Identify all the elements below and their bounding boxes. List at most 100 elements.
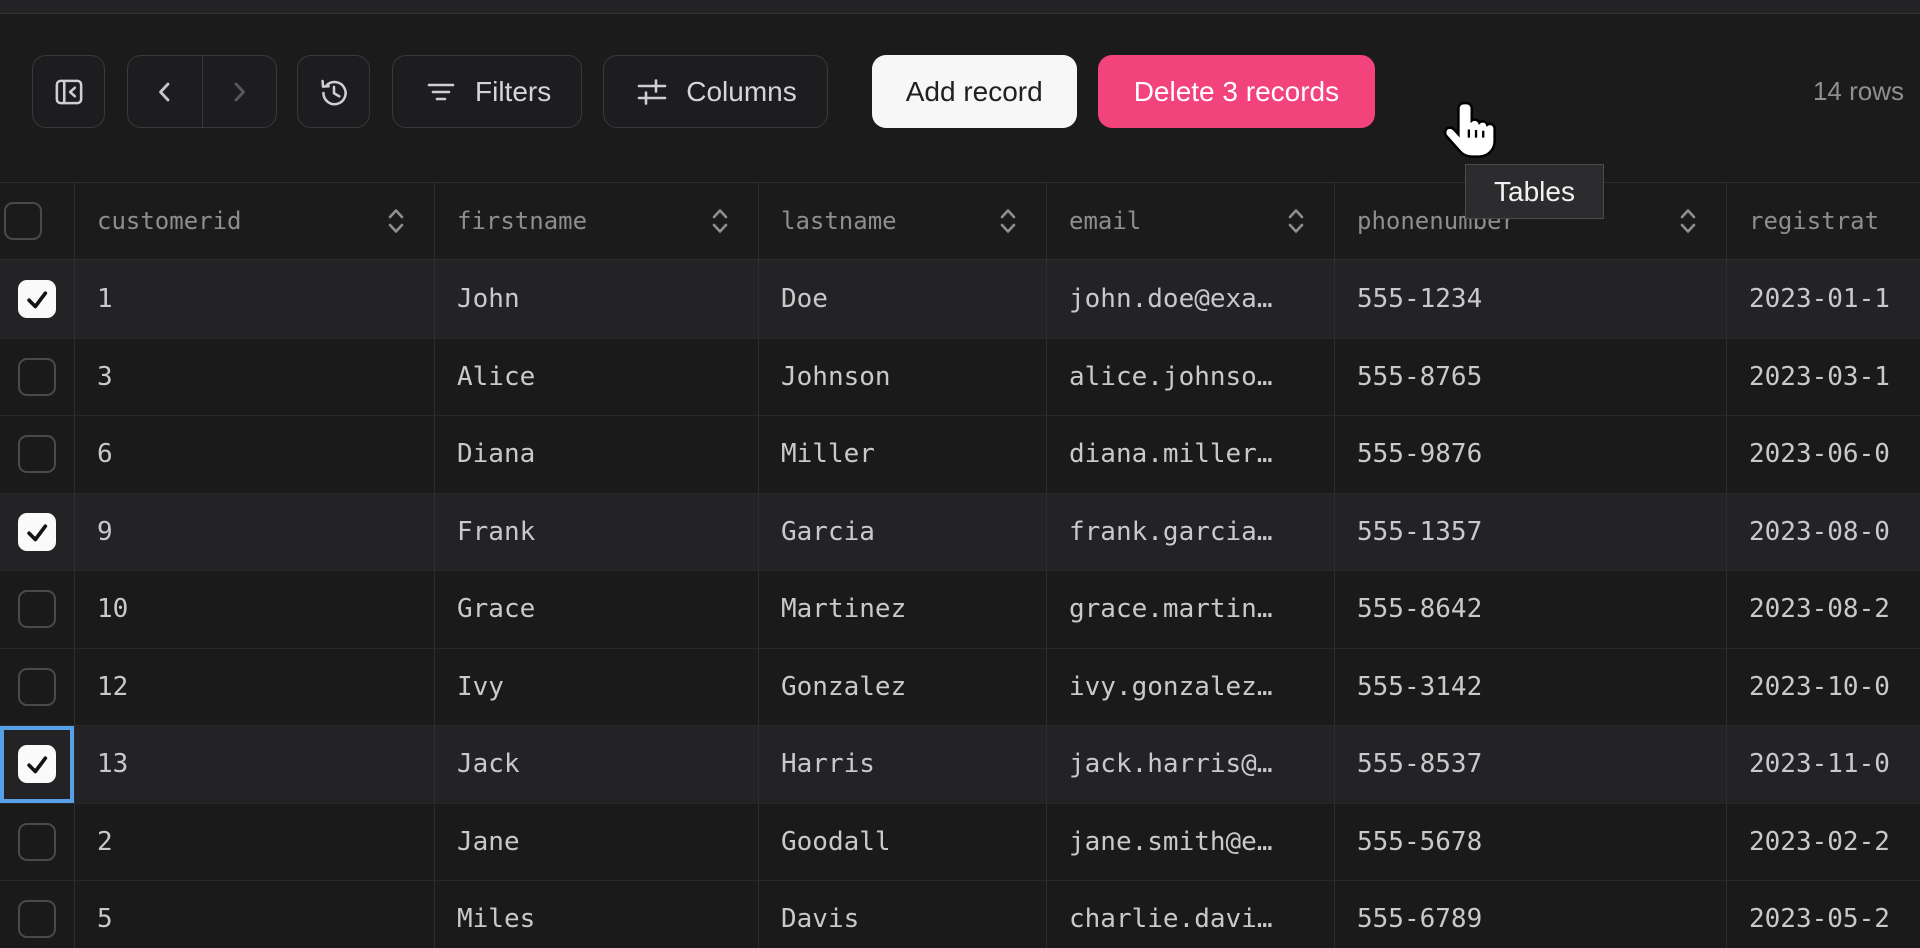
cell-lastname[interactable]: Martinez (759, 571, 1047, 648)
sort-icon (998, 206, 1018, 236)
row-select-cell (0, 260, 75, 338)
cell-email[interactable]: grace.martin… (1047, 571, 1335, 648)
cell-firstname[interactable]: Ivy (435, 649, 759, 726)
cell-customerid[interactable]: 6 (75, 416, 435, 493)
cell-customerid[interactable]: 3 (75, 339, 435, 416)
history-button[interactable] (297, 55, 370, 128)
cell-email[interactable]: jane.smith@e… (1047, 804, 1335, 881)
table-row: 3AliceJohnsonalice.johnso…555-87652023-0… (0, 338, 1920, 416)
cell-firstname[interactable]: Frank (435, 494, 759, 571)
cell-firstname[interactable]: Alice (435, 339, 759, 416)
panel-left-close-icon (50, 73, 88, 111)
cell-firstname[interactable]: Grace (435, 571, 759, 648)
column-header-customerid[interactable]: customerid (75, 183, 435, 259)
cell-email[interactable]: diana.miller… (1047, 416, 1335, 493)
column-header-label: firstname (457, 207, 587, 235)
cell-customerid[interactable]: 2 (75, 804, 435, 881)
cell-customerid[interactable]: 1 (75, 260, 435, 338)
row-checkbox[interactable] (18, 668, 56, 706)
column-header-lastname[interactable]: lastname (759, 183, 1047, 259)
cell-email[interactable]: frank.garcia… (1047, 494, 1335, 571)
top-divider (0, 0, 1920, 14)
row-select-cell (0, 494, 75, 571)
cell-email[interactable]: charlie.davi… (1047, 881, 1335, 948)
forward-button[interactable] (203, 56, 277, 127)
cell-phonenumber[interactable]: 555-9876 (1335, 416, 1727, 493)
cell-phonenumber[interactable]: 555-8537 (1335, 726, 1727, 803)
cell-email[interactable]: alice.johnso… (1047, 339, 1335, 416)
column-header-label: lastname (781, 207, 897, 235)
cell-registrationdate[interactable]: 2023-10-0 (1727, 649, 1920, 726)
cell-registrationdate[interactable]: 2023-03-1 (1727, 339, 1920, 416)
chevron-left-icon (150, 77, 180, 107)
sort-icon (710, 206, 730, 236)
cell-customerid[interactable]: 5 (75, 881, 435, 948)
row-select-cell (0, 726, 75, 803)
cell-firstname[interactable]: Jane (435, 804, 759, 881)
row-checkbox[interactable] (18, 900, 56, 938)
cell-phonenumber[interactable]: 555-5678 (1335, 804, 1727, 881)
cell-firstname[interactable]: Diana (435, 416, 759, 493)
row-checkbox[interactable] (18, 823, 56, 861)
row-select-cell (0, 649, 75, 726)
add-record-button[interactable]: Add record (872, 55, 1077, 128)
cell-registrationdate[interactable]: 2023-02-2 (1727, 804, 1920, 881)
cell-lastname[interactable]: Doe (759, 260, 1047, 338)
cell-firstname[interactable]: John (435, 260, 759, 338)
cell-lastname[interactable]: Harris (759, 726, 1047, 803)
toolbar: Filters Columns Add record Delete 3 reco… (0, 55, 1920, 128)
table-row: 12IvyGonzalezivy.gonzalez…555-31422023-1… (0, 648, 1920, 726)
cell-registrationdate[interactable]: 2023-08-2 (1727, 571, 1920, 648)
cell-lastname[interactable]: Garcia (759, 494, 1047, 571)
cell-email[interactable]: jack.harris@… (1047, 726, 1335, 803)
delete-records-button[interactable]: Delete 3 records (1098, 55, 1375, 128)
cell-phonenumber[interactable]: 555-8642 (1335, 571, 1727, 648)
cell-registrationdate[interactable]: 2023-11-0 (1727, 726, 1920, 803)
column-header-email[interactable]: email (1047, 183, 1335, 259)
cell-firstname[interactable]: Jack (435, 726, 759, 803)
column-header-registrationdate[interactable]: registrat (1727, 183, 1920, 259)
row-select-cell (0, 881, 75, 948)
select-all-checkbox[interactable] (4, 202, 42, 240)
cell-email[interactable]: john.doe@exa… (1047, 260, 1335, 338)
history-nav-group (127, 55, 277, 128)
cell-lastname[interactable]: Goodall (759, 804, 1047, 881)
cell-lastname[interactable]: Gonzalez (759, 649, 1047, 726)
cell-registrationdate[interactable]: 2023-01-1 (1727, 260, 1920, 338)
cell-customerid[interactable]: 9 (75, 494, 435, 571)
row-select-cell (0, 571, 75, 648)
row-checkbox[interactable] (18, 590, 56, 628)
row-checkbox[interactable] (18, 513, 56, 551)
cell-phonenumber[interactable]: 555-1357 (1335, 494, 1727, 571)
cell-lastname[interactable]: Miller (759, 416, 1047, 493)
tables-tooltip: Tables (1465, 164, 1604, 219)
cell-customerid[interactable]: 10 (75, 571, 435, 648)
column-header-firstname[interactable]: firstname (435, 183, 759, 259)
table-row: 5MilesDavischarlie.davi…555-67892023-05-… (0, 880, 1920, 948)
cell-customerid[interactable]: 13 (75, 726, 435, 803)
filters-button-label: Filters (475, 76, 551, 108)
delete-records-label: Delete 3 records (1134, 76, 1339, 108)
cell-lastname[interactable]: Davis (759, 881, 1047, 948)
columns-button-label: Columns (686, 76, 796, 108)
row-checkbox[interactable] (18, 745, 56, 783)
cell-email[interactable]: ivy.gonzalez… (1047, 649, 1335, 726)
cell-registrationdate[interactable]: 2023-05-2 (1727, 881, 1920, 948)
row-checkbox[interactable] (18, 358, 56, 396)
cell-registrationdate[interactable]: 2023-06-0 (1727, 416, 1920, 493)
columns-button[interactable]: Columns (603, 55, 827, 128)
back-button[interactable] (128, 56, 203, 127)
cell-phonenumber[interactable]: 555-6789 (1335, 881, 1727, 948)
row-checkbox[interactable] (18, 280, 56, 318)
cell-firstname[interactable]: Miles (435, 881, 759, 948)
cell-phonenumber[interactable]: 555-3142 (1335, 649, 1727, 726)
row-checkbox[interactable] (18, 435, 56, 473)
cell-phonenumber[interactable]: 555-8765 (1335, 339, 1727, 416)
cell-registrationdate[interactable]: 2023-08-0 (1727, 494, 1920, 571)
table-body: 1JohnDoejohn.doe@exa…555-12342023-01-13A… (0, 260, 1920, 948)
cell-customerid[interactable]: 12 (75, 649, 435, 726)
cell-lastname[interactable]: Johnson (759, 339, 1047, 416)
cell-phonenumber[interactable]: 555-1234 (1335, 260, 1727, 338)
filters-button[interactable]: Filters (392, 55, 582, 128)
toggle-sidebar-button[interactable] (32, 55, 105, 128)
